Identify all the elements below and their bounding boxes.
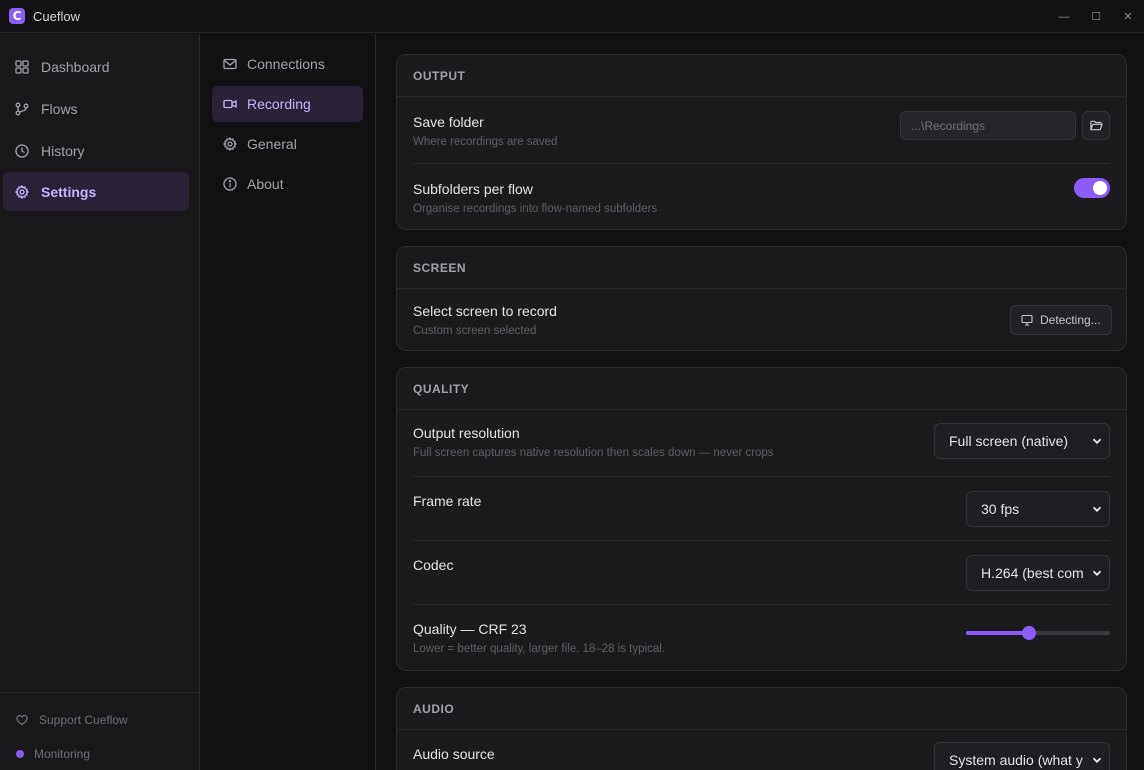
gear-icon bbox=[223, 137, 237, 151]
frame-rate-row: Frame rate 30 fps bbox=[397, 477, 1128, 540]
crf-desc: Lower = better quality, larger file. 18–… bbox=[413, 643, 665, 655]
resolution-select[interactable]: Full screen (native) bbox=[934, 423, 1110, 459]
crf-slider[interactable] bbox=[966, 626, 1110, 640]
frame-rate-select[interactable]: 30 fps bbox=[966, 491, 1110, 527]
audio-card: AUDIO Audio source System audio (what y bbox=[396, 687, 1127, 770]
tab-label: Recording bbox=[247, 96, 311, 112]
audio-source-select[interactable]: System audio (what y bbox=[934, 742, 1110, 770]
support-link[interactable]: Support Cueflow bbox=[16, 713, 128, 727]
audio-source-value: System audio (what y bbox=[949, 752, 1083, 768]
subfolders-row: Subfolders per flow Organise recordings … bbox=[397, 164, 1128, 230]
quality-heading: QUALITY bbox=[397, 368, 1126, 410]
folder-open-icon bbox=[1089, 119, 1103, 132]
sidebar-item-dashboard[interactable]: Dashboard bbox=[3, 47, 189, 86]
tab-label: Connections bbox=[247, 56, 325, 72]
frame-rate-label: Frame rate bbox=[413, 493, 482, 509]
gear-icon bbox=[15, 184, 29, 199]
mail-icon bbox=[223, 57, 237, 71]
subfolders-toggle[interactable] bbox=[1074, 178, 1110, 198]
crf-slider-fill bbox=[966, 631, 1030, 635]
sidebar-footer: Support Cueflow Monitoring bbox=[0, 692, 199, 770]
sidebar-item-flows[interactable]: Flows bbox=[3, 89, 189, 128]
title-bar: C Cueflow — ☐ ✕ bbox=[0, 0, 1144, 33]
heart-icon bbox=[16, 714, 28, 726]
toggle-knob bbox=[1093, 181, 1107, 195]
maximize-button[interactable]: ☐ bbox=[1080, 0, 1112, 33]
crf-row: Quality — CRF 23 Lower = better quality,… bbox=[397, 605, 1128, 671]
sidebar: Dashboard Flows History Settings Support… bbox=[0, 34, 200, 770]
app-logo: C bbox=[9, 8, 25, 24]
screen-card: SCREEN Select screen to record Custom sc… bbox=[396, 246, 1127, 351]
tab-general[interactable]: General bbox=[212, 126, 363, 162]
codec-select[interactable]: H.264 (best com bbox=[966, 555, 1110, 591]
settings-subnav: Connections Recording General About bbox=[200, 34, 376, 770]
app-logo-letter: C bbox=[12, 9, 22, 23]
support-label: Support Cueflow bbox=[39, 713, 128, 727]
screen-heading: SCREEN bbox=[397, 247, 1126, 289]
select-screen-desc: Custom screen selected bbox=[413, 325, 537, 337]
status-label: Monitoring bbox=[34, 747, 91, 761]
minimize-button[interactable]: — bbox=[1048, 0, 1080, 33]
detect-screen-button[interactable]: Detecting... bbox=[1010, 305, 1112, 335]
save-folder-desc: Where recordings are saved bbox=[413, 136, 558, 148]
sidebar-item-label: Dashboard bbox=[41, 58, 110, 75]
save-folder-input[interactable]: ...\Recordings bbox=[900, 111, 1076, 140]
tab-about[interactable]: About bbox=[212, 166, 363, 202]
audio-source-row: Audio source System audio (what y bbox=[397, 730, 1128, 770]
browse-folder-button[interactable] bbox=[1082, 111, 1110, 140]
flow-icon bbox=[15, 102, 29, 116]
save-folder-row: Save folder Where recordings are saved .… bbox=[397, 97, 1128, 164]
sidebar-item-settings[interactable]: Settings bbox=[3, 172, 189, 211]
sidebar-item-label: Settings bbox=[41, 183, 97, 200]
chevron-down-icon bbox=[1085, 755, 1109, 765]
save-folder-label: Save folder bbox=[413, 114, 484, 130]
crf-slider-thumb[interactable] bbox=[1022, 626, 1037, 640]
monitor-icon bbox=[1021, 314, 1033, 326]
resolution-label: Output resolution bbox=[413, 425, 520, 441]
select-screen-label: Select screen to record bbox=[413, 303, 557, 319]
video-icon bbox=[223, 97, 237, 111]
settings-content: OUTPUT Save folder Where recordings are … bbox=[377, 34, 1144, 770]
close-button[interactable]: ✕ bbox=[1112, 0, 1144, 33]
tab-label: About bbox=[247, 176, 284, 192]
tab-recording[interactable]: Recording bbox=[212, 86, 363, 122]
grid-icon bbox=[15, 59, 29, 74]
sidebar-item-label: History bbox=[41, 142, 85, 159]
audio-heading: AUDIO bbox=[397, 688, 1126, 730]
resolution-row: Output resolution Full screen captures n… bbox=[397, 410, 1128, 476]
chevron-down-icon bbox=[1085, 568, 1109, 578]
output-heading: OUTPUT bbox=[397, 55, 1126, 97]
subfolders-desc: Organise recordings into flow-named subf… bbox=[413, 203, 658, 215]
sidebar-item-history[interactable]: History bbox=[3, 131, 189, 170]
sidebar-item-label: Flows bbox=[41, 100, 78, 117]
status-dot bbox=[16, 750, 24, 758]
tab-connections[interactable]: Connections bbox=[212, 46, 363, 82]
subfolders-label: Subfolders per flow bbox=[413, 181, 533, 197]
detect-button-label: Detecting... bbox=[1040, 313, 1101, 327]
crf-label: Quality — CRF 23 bbox=[413, 621, 527, 637]
window-controls: — ☐ ✕ bbox=[1048, 0, 1144, 33]
resolution-desc: Full screen captures native resolution t… bbox=[413, 447, 774, 459]
output-card: OUTPUT Save folder Where recordings are … bbox=[396, 54, 1127, 230]
audio-source-label: Audio source bbox=[413, 746, 495, 762]
codec-label: Codec bbox=[413, 557, 454, 573]
codec-value: H.264 (best com bbox=[981, 565, 1084, 581]
clock-icon bbox=[15, 143, 29, 158]
app-title: Cueflow bbox=[33, 8, 80, 24]
resolution-value: Full screen (native) bbox=[949, 433, 1069, 449]
codec-row: Codec H.264 (best com bbox=[397, 541, 1128, 604]
monitoring-status: Monitoring bbox=[16, 747, 90, 761]
info-icon bbox=[223, 177, 237, 191]
chevron-down-icon bbox=[1085, 436, 1109, 446]
tab-label: General bbox=[247, 136, 297, 152]
frame-rate-value: 30 fps bbox=[981, 501, 1020, 517]
quality-card: QUALITY Output resolution Full screen ca… bbox=[396, 367, 1127, 671]
select-screen-row: Select screen to record Custom screen se… bbox=[397, 289, 1128, 351]
chevron-down-icon bbox=[1085, 504, 1109, 514]
